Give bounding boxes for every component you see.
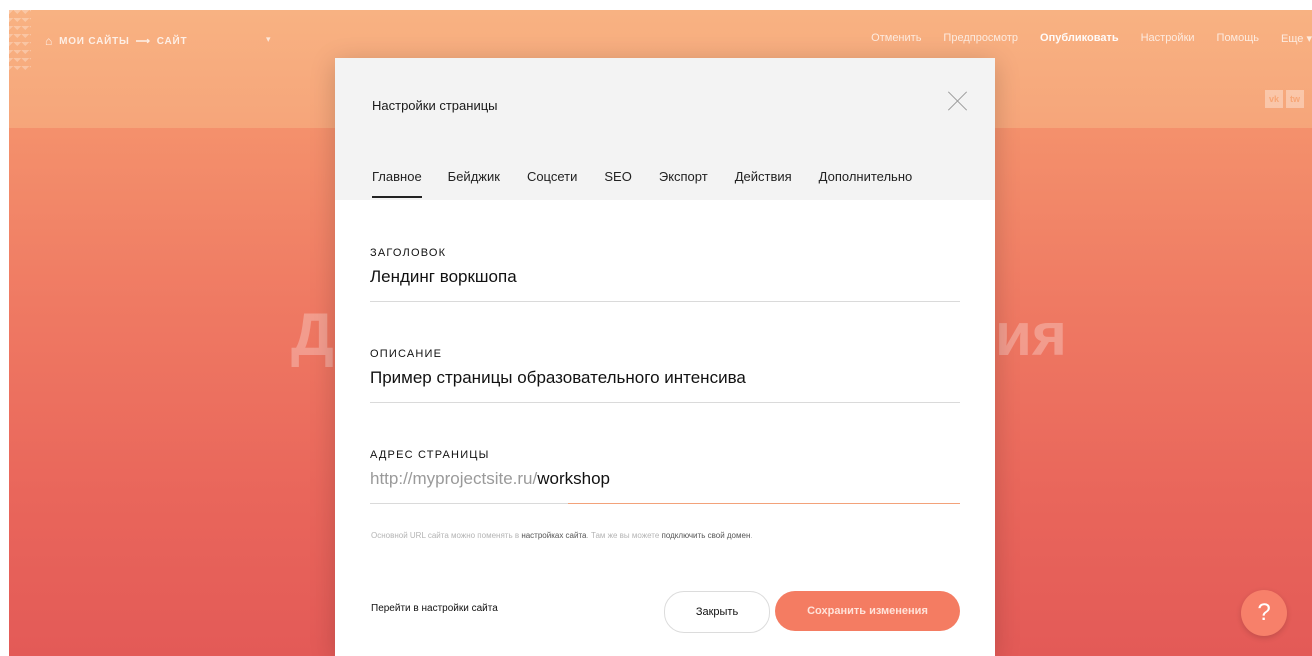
description-label: ОПИСАНИЕ bbox=[370, 348, 443, 360]
tab-badge[interactable]: Бейджик bbox=[448, 169, 500, 198]
title-label: ЗАГОЛОВОК bbox=[370, 247, 447, 259]
close-button[interactable]: Закрыть bbox=[664, 591, 770, 633]
top-menu: Отменить Предпросмотр Опубликовать Настр… bbox=[871, 32, 1312, 45]
save-button[interactable]: Сохранить изменения bbox=[775, 591, 960, 631]
close-icon[interactable] bbox=[948, 91, 968, 111]
page-dropdown-chevron-icon[interactable]: ▾ bbox=[266, 35, 271, 45]
address-field: АДРЕС СТРАНИЦЫ http://myprojectsite.ru/ … bbox=[370, 449, 960, 504]
menu-cancel[interactable]: Отменить bbox=[871, 32, 921, 45]
help-button[interactable]: ? bbox=[1241, 590, 1287, 636]
breadcrumb: ⌂ МОИ САЙТЫ ⟶ САЙТ bbox=[45, 34, 187, 48]
vk-icon[interactable]: vk bbox=[1265, 90, 1283, 108]
menu-preview[interactable]: Предпросмотр bbox=[943, 32, 1018, 45]
url-hint: Основной URL сайта можно поменять в наст… bbox=[371, 531, 753, 540]
address-prefix: http://myprojectsite.ru/ bbox=[370, 469, 538, 488]
site-settings-link[interactable]: настройках сайта bbox=[521, 531, 586, 540]
description-field: ОПИСАНИЕ Пример страницы образовательног… bbox=[370, 348, 960, 403]
tab-advanced[interactable]: Дополнительно bbox=[819, 169, 913, 198]
tab-main[interactable]: Главное bbox=[372, 169, 422, 198]
go-to-site-settings-link[interactable]: Перейти в настройки сайта bbox=[371, 603, 498, 614]
menu-publish[interactable]: Опубликовать bbox=[1040, 32, 1119, 45]
settings-tabs: Главное Бейджик Соцсети SEO Экспорт Дейс… bbox=[372, 169, 912, 198]
social-icons: vk tw bbox=[1265, 90, 1304, 108]
breadcrumb-my-sites[interactable]: МОИ САЙТЫ bbox=[59, 36, 130, 47]
address-slug[interactable]: workshop bbox=[537, 469, 610, 489]
hint-text-2: . Там же вы можете bbox=[586, 531, 662, 540]
hero-heading-left: Д bbox=[291, 301, 334, 368]
tab-actions[interactable]: Действия bbox=[735, 169, 792, 198]
connect-domain-link[interactable]: подключить свой домен bbox=[662, 531, 751, 540]
twitter-icon[interactable]: tw bbox=[1286, 90, 1304, 108]
title-input[interactable]: Лендинг воркшопа bbox=[370, 267, 960, 302]
breadcrumb-site[interactable]: САЙТ bbox=[157, 36, 188, 47]
modal-title: Настройки страницы bbox=[372, 98, 498, 113]
hint-text-3: . bbox=[750, 531, 753, 540]
address-label: АДРЕС СТРАНИЦЫ bbox=[370, 449, 490, 461]
hint-text-1: Основной URL сайта можно поменять в bbox=[371, 531, 522, 540]
hero-heading-right: ия bbox=[995, 301, 1067, 368]
tab-seo[interactable]: SEO bbox=[604, 169, 631, 198]
tab-social[interactable]: Соцсети bbox=[527, 169, 577, 198]
menu-more[interactable]: Еще ▾ bbox=[1281, 32, 1312, 45]
menu-help[interactable]: Помощь bbox=[1217, 32, 1260, 45]
title-field: ЗАГОЛОВОК Лендинг воркшопа bbox=[370, 247, 960, 302]
home-icon[interactable]: ⌂ bbox=[45, 34, 53, 48]
menu-toggle[interactable] bbox=[9, 10, 31, 70]
tab-export[interactable]: Экспорт bbox=[659, 169, 708, 198]
menu-settings[interactable]: Настройки bbox=[1141, 32, 1195, 45]
address-input[interactable]: http://myprojectsite.ru/ workshop bbox=[370, 469, 960, 504]
breadcrumb-arrow-icon: ⟶ bbox=[135, 35, 151, 47]
description-input[interactable]: Пример страницы образовательного интенси… bbox=[370, 368, 960, 403]
address-focus-underline bbox=[568, 503, 960, 504]
modal-header: Настройки страницы Главное Бейджик Соцсе… bbox=[335, 58, 995, 200]
page-settings-modal: Настройки страницы Главное Бейджик Соцсе… bbox=[335, 58, 995, 656]
